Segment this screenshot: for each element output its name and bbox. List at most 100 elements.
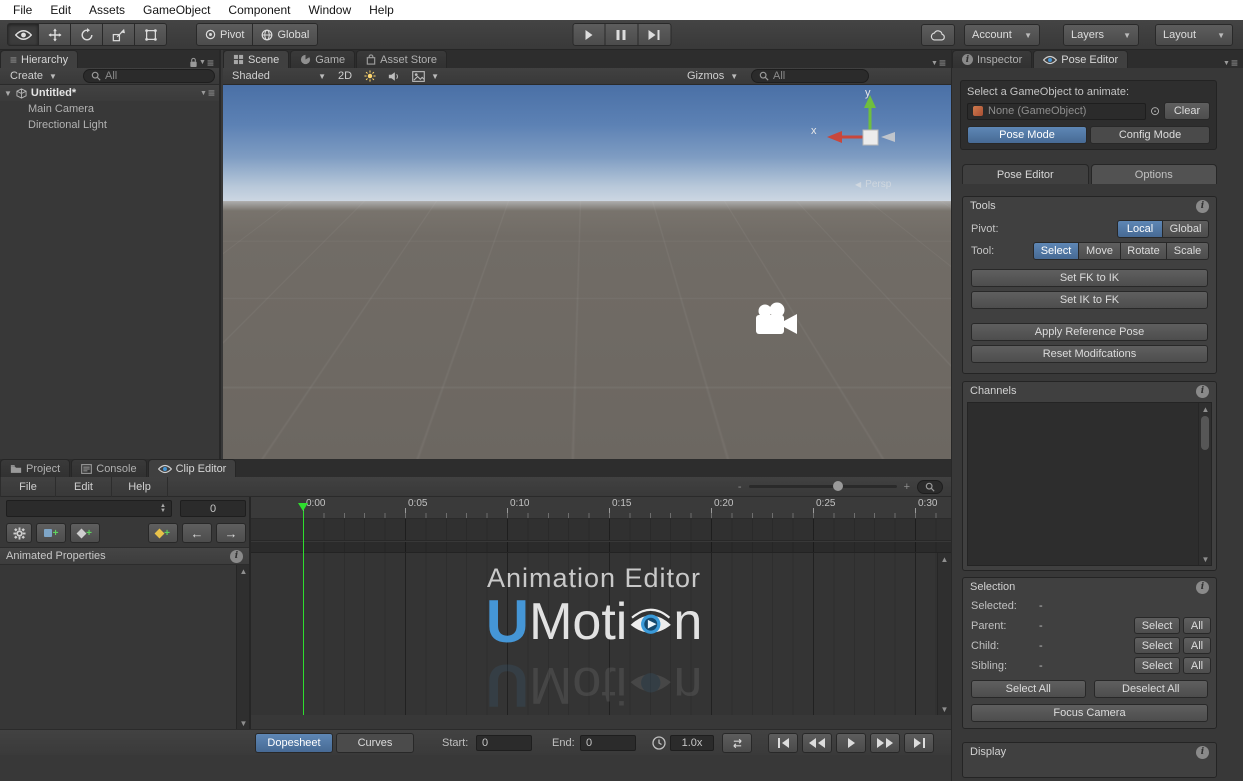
keyframe-track[interactable] <box>251 519 951 541</box>
end-field[interactable]: 0 <box>580 735 636 751</box>
sibling-select-button[interactable]: Select <box>1134 657 1180 674</box>
rect-tool-button[interactable] <box>135 23 167 46</box>
rotate-tool-button[interactable] <box>71 23 103 46</box>
rewind-button[interactable] <box>802 733 832 753</box>
curves-tab[interactable]: Curves <box>336 733 414 753</box>
subtab-pose-editor[interactable]: Pose Editor <box>962 164 1089 184</box>
effects-dropdown[interactable]: ▼ <box>406 71 445 82</box>
channels-list[interactable]: ▲ ▼ <box>967 402 1212 566</box>
tab-clip-editor[interactable]: Clip Editor <box>148 459 237 477</box>
scroll-down-arrow[interactable]: ▼ <box>938 703 951 715</box>
perspective-toggle[interactable]: ◀ Persp <box>855 179 891 190</box>
frame-number-field[interactable]: 0 <box>180 500 246 517</box>
lighting-toggle-button[interactable] <box>358 70 382 82</box>
menu-component[interactable]: Component <box>219 0 299 20</box>
audio-toggle-button[interactable] <box>382 71 406 82</box>
play-animation-button[interactable] <box>836 733 866 753</box>
start-field[interactable]: 0 <box>476 735 532 751</box>
keyframe-subtrack[interactable] <box>251 542 951 553</box>
view-tool-button[interactable] <box>7 23 39 46</box>
playhead-line[interactable] <box>303 511 304 715</box>
gizmos-dropdown[interactable]: Gizmos▼ <box>681 70 744 82</box>
next-keyframe-button[interactable]: → <box>216 523 246 543</box>
sibling-all-button[interactable]: All <box>1183 657 1211 674</box>
display-header[interactable]: Display i <box>963 743 1216 761</box>
info-icon[interactable]: i <box>1196 581 1209 594</box>
dopesheet-tab[interactable]: Dopesheet <box>255 733 333 753</box>
clip-menu-file[interactable]: File <box>0 477 56 497</box>
menu-help[interactable]: Help <box>360 0 403 20</box>
zoom-slider[interactable] <box>749 485 897 488</box>
info-icon[interactable]: i <box>1196 746 1209 759</box>
hierarchy-item-main-camera[interactable]: Main Camera <box>28 103 94 115</box>
scroll-up-arrow[interactable]: ▲ <box>938 553 951 565</box>
channels-scrollbar[interactable]: ▲ ▼ <box>1198 403 1211 565</box>
move-tool-button[interactable] <box>39 23 71 46</box>
menu-window[interactable]: Window <box>299 0 360 20</box>
scroll-up-arrow[interactable]: ▲ <box>237 565 250 577</box>
loop-toggle-button[interactable] <box>722 733 752 753</box>
parent-all-button[interactable]: All <box>1183 617 1211 634</box>
subtab-options[interactable]: Options <box>1091 164 1218 184</box>
scroll-down-arrow[interactable]: ▼ <box>237 717 250 729</box>
playhead-marker[interactable] <box>298 503 308 511</box>
pivot-local-button[interactable]: Local <box>1117 220 1163 238</box>
tab-project[interactable]: Project <box>0 459 70 477</box>
select-all-button[interactable]: Select All <box>971 680 1086 698</box>
pane-menu-icon[interactable]: ▼ <box>200 90 207 97</box>
cloud-services-button[interactable] <box>921 24 955 46</box>
add-property-button[interactable]: + <box>36 523 66 543</box>
selection-header[interactable]: Selection i <box>963 578 1216 596</box>
scene-viewport[interactable]: y x ◀ Persp <box>223 85 951 459</box>
pause-button[interactable] <box>605 23 638 46</box>
animated-properties-list[interactable]: ▲ ▼ <box>0 565 249 729</box>
config-mode-tab[interactable]: Config Mode <box>1090 126 1210 144</box>
pane-menu-icon[interactable]: ▼ <box>199 59 206 66</box>
global-toggle-button[interactable]: Global <box>253 23 318 46</box>
tab-scene[interactable]: Scene <box>223 50 289 68</box>
scene-row-untitled[interactable]: ▼ Untitled* ▼≡ <box>0 85 219 101</box>
add-keyframe-button[interactable]: + <box>70 523 100 543</box>
child-all-button[interactable]: All <box>1183 637 1211 654</box>
clip-menu-help[interactable]: Help <box>112 477 168 497</box>
tool-move-button[interactable]: Move <box>1079 242 1121 260</box>
lock-icon[interactable] <box>189 57 198 68</box>
hierarchy-item-directional-light[interactable]: Directional Light <box>28 119 107 131</box>
camera-gizmo-icon[interactable] <box>753 302 801 338</box>
playback-speed-field[interactable]: 1.0x <box>670 735 714 751</box>
settings-button[interactable] <box>6 523 32 543</box>
step-button[interactable] <box>638 23 671 46</box>
play-button[interactable] <box>572 23 605 46</box>
dopesheet-vscrollbar[interactable]: ▲ ▼ <box>937 553 951 715</box>
2d-toggle-button[interactable]: 2D <box>332 70 358 82</box>
deselect-all-button[interactable]: Deselect All <box>1094 680 1209 698</box>
menu-edit[interactable]: Edit <box>41 0 80 20</box>
zoom-slider-thumb[interactable] <box>833 481 843 491</box>
tool-select-button[interactable]: Select <box>1033 242 1079 260</box>
clip-menu-edit[interactable]: Edit <box>56 477 112 497</box>
foldout-arrow-icon[interactable]: ▼ <box>4 89 12 98</box>
skip-end-button[interactable] <box>904 733 934 753</box>
pivot-toggle-button[interactable]: Pivot <box>196 23 253 46</box>
add-key-all-button[interactable]: + <box>148 523 178 543</box>
scroll-up-arrow[interactable]: ▲ <box>1199 403 1212 415</box>
pane-menu-icon[interactable]: ▼ <box>1223 60 1230 67</box>
menu-file[interactable]: File <box>4 0 41 20</box>
scene-orientation-gizmo[interactable]: y x ◀ Persp <box>819 91 929 191</box>
tool-scale-button[interactable]: Scale <box>1167 242 1209 260</box>
apply-reference-pose-button[interactable]: Apply Reference Pose <box>971 323 1208 341</box>
timeline-ruler[interactable]: 0:00 0:05 0:10 0:15 0:20 0:25 0:30 <box>251 497 951 519</box>
layout-dropdown[interactable]: Layout▼ <box>1155 24 1233 46</box>
layers-dropdown[interactable]: Layers▼ <box>1063 24 1139 46</box>
tab-inspector[interactable]: i Inspector <box>952 50 1032 68</box>
channels-header[interactable]: Channels i <box>963 382 1216 400</box>
scene-search-input[interactable]: All <box>751 69 869 83</box>
tab-hierarchy[interactable]: ≡ Hierarchy <box>0 50 78 68</box>
set-ik-to-fk-button[interactable]: Set IK to FK <box>971 291 1208 309</box>
info-icon[interactable]: i <box>1196 200 1209 213</box>
reset-modifications-button[interactable]: Reset Modifcations <box>971 345 1208 363</box>
zoom-in-label[interactable]: + <box>904 481 910 493</box>
clip-search-button[interactable] <box>917 480 943 494</box>
fast-forward-button[interactable] <box>870 733 900 753</box>
info-icon[interactable]: i <box>1196 385 1209 398</box>
